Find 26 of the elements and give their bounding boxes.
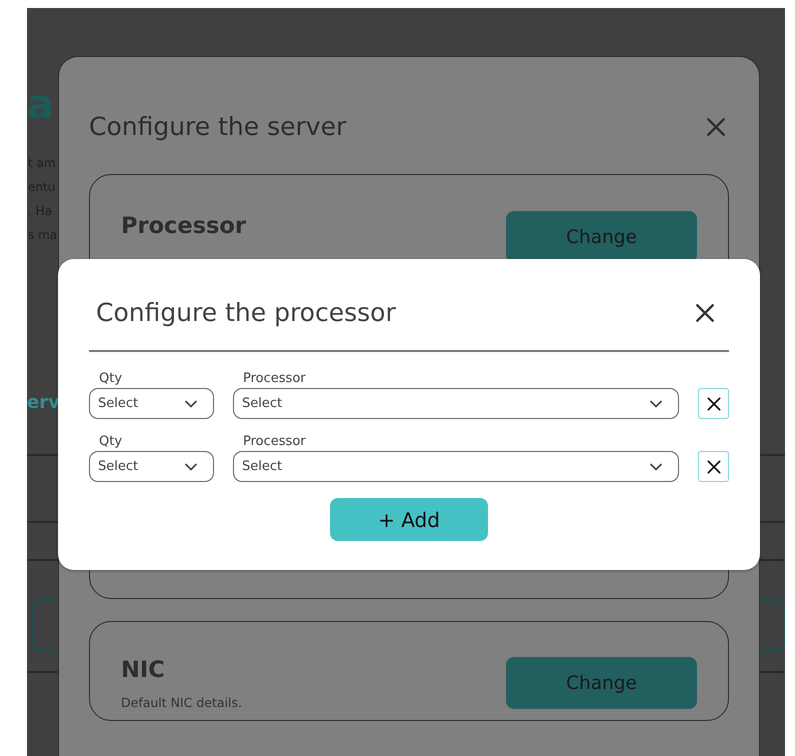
section-description: Default NIC details. [121, 695, 242, 710]
field-label: Processor [243, 372, 307, 386]
close-icon [694, 302, 716, 324]
chevron-down-icon [185, 400, 197, 408]
close-icon [706, 396, 722, 412]
close-icon [705, 116, 727, 138]
quantity-dropdown[interactable]: Select [89, 388, 214, 419]
section-title: NIC [121, 657, 166, 683]
chevron-down-icon [650, 462, 662, 470]
dialog-title: Configure the processor [96, 298, 396, 328]
chevron-down-icon [650, 400, 662, 408]
field-label: Qty [99, 372, 124, 386]
processor-dropdown[interactable]: Select [233, 451, 679, 482]
remove-button[interactable] [698, 451, 729, 482]
chevron-down-icon [185, 462, 197, 470]
dialog-title: Configure the server [89, 112, 346, 142]
field-label: Processor [243, 435, 307, 449]
quantity-dropdown[interactable]: Select [89, 451, 214, 482]
add-button[interactable]: + Add [330, 498, 488, 541]
close-icon [706, 458, 722, 474]
processor-dropdown[interactable]: Select [233, 388, 679, 419]
section-title: Processor [121, 213, 246, 239]
remove-button[interactable] [698, 388, 729, 419]
field-label: Qty [99, 435, 124, 449]
section-heading: erv [27, 391, 60, 415]
close-button[interactable] [694, 302, 716, 324]
